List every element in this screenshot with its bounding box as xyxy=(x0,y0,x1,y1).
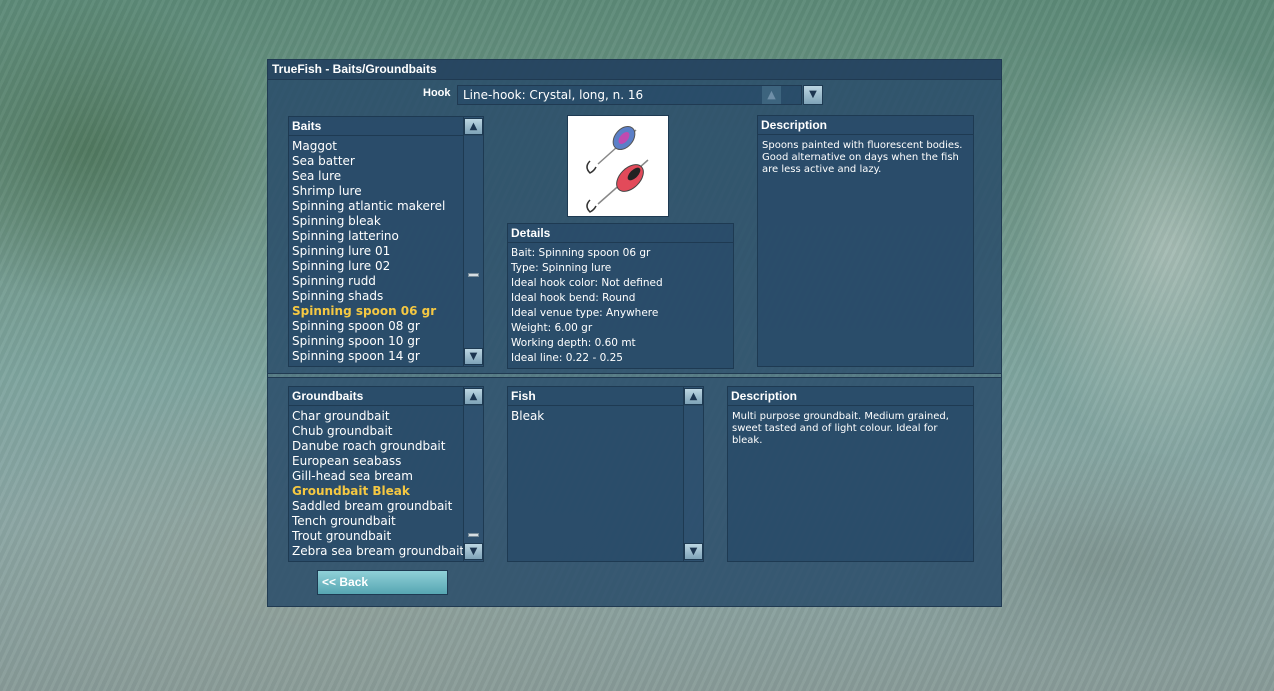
fish-scrollbar[interactable]: ▲ ▼ xyxy=(683,387,703,561)
bait-list-item[interactable]: Spinning latterino xyxy=(289,229,463,244)
hook-label: Hook xyxy=(423,87,451,99)
fish-list-panel: Fish Bleak ▲ ▼ xyxy=(507,386,704,562)
groundbait-list-item[interactable]: Danube roach groundbait xyxy=(289,439,463,454)
groundbait-list-item[interactable]: Zebra sea bream groundbait xyxy=(289,544,463,559)
bait-description-header: Description xyxy=(758,116,973,135)
baits-window: TrueFish - Baits/Groundbaits Hook Line-h… xyxy=(267,59,1002,607)
detail-line: Ideal venue type: Anywhere xyxy=(511,307,659,319)
bait-list-item[interactable]: Spinning spoon 10 gr xyxy=(289,334,463,349)
scroll-down-icon[interactable]: ▼ xyxy=(464,348,483,365)
details-header: Details xyxy=(508,224,733,243)
detail-line: Ideal hook bend: Round xyxy=(511,292,636,304)
groundbait-description-text: Multi purpose groundbait. Medium grained… xyxy=(732,411,949,446)
bait-list-item[interactable]: Spinning rudd xyxy=(289,274,463,289)
bait-list-item[interactable]: Spinning lure 02 xyxy=(289,259,463,274)
details-panel: Details Bait: Spinning spoon 06 gr Type: … xyxy=(507,223,734,369)
chevron-down-icon[interactable]: ▼ xyxy=(803,85,823,105)
bait-image xyxy=(567,115,669,217)
groundbaits-header: Groundbaits xyxy=(289,387,483,406)
groundbaits-list-panel: Groundbaits Char groundbait Chub groundba… xyxy=(288,386,484,562)
groundbait-description-header: Description xyxy=(728,387,973,406)
fish-list-item[interactable]: Bleak xyxy=(508,409,683,424)
bait-list-item[interactable]: Spinning spoon 14 gr xyxy=(289,349,463,364)
groundbaits-scrollbar[interactable]: ▲ ▼ xyxy=(463,387,483,561)
detail-line: Weight: 6.00 gr xyxy=(511,322,593,334)
scroll-down-icon[interactable]: ▼ xyxy=(464,543,483,560)
bait-description-text: Spoons painted with fluorescent bodies. … xyxy=(762,140,963,175)
hook-select[interactable]: Line-hook: Crystal, long, n. 16 ▲ xyxy=(457,85,802,105)
detail-line: Working depth: 0.60 mt xyxy=(511,337,636,349)
scroll-thumb[interactable] xyxy=(468,273,479,277)
groundbait-list-item[interactable]: European seabass xyxy=(289,454,463,469)
groundbait-list-item[interactable]: Groundbait Bleak xyxy=(289,484,463,499)
triangle-up-icon[interactable]: ▲ xyxy=(762,86,781,104)
baits-header: Baits xyxy=(289,117,483,136)
bait-description-panel: Description Spoons painted with fluoresc… xyxy=(757,115,974,367)
scroll-up-icon[interactable]: ▲ xyxy=(464,118,483,135)
bait-list-item[interactable]: Spinning spoon 06 gr xyxy=(289,304,463,319)
scroll-up-icon[interactable]: ▲ xyxy=(464,388,483,405)
groundbait-list-item[interactable]: Chub groundbait xyxy=(289,424,463,439)
bait-list-item[interactable]: Sea batter xyxy=(289,154,463,169)
groundbaits-list: Char groundbait Chub groundbait Danube roa… xyxy=(289,409,463,559)
hook-select-value: Line-hook: Crystal, long, n. 16 xyxy=(463,88,644,102)
bait-list-item[interactable]: Spinning bleak xyxy=(289,214,463,229)
detail-line: Ideal line: 0.22 - 0.25 xyxy=(511,352,623,364)
scroll-thumb[interactable] xyxy=(468,533,479,537)
fish-header: Fish xyxy=(508,387,703,406)
scroll-up-icon[interactable]: ▲ xyxy=(684,388,703,405)
bait-list-item[interactable]: Spinning atlantic makerel xyxy=(289,199,463,214)
bait-list-item[interactable]: Shrimp lure xyxy=(289,184,463,199)
bait-list-item[interactable]: Spinning shads xyxy=(289,289,463,304)
groundbait-list-item[interactable]: Char groundbait xyxy=(289,409,463,424)
baits-list: Maggot Sea batter Sea lure Shrimp lure Spinn… xyxy=(289,139,463,364)
groundbait-list-item[interactable]: Tench groundbait xyxy=(289,514,463,529)
details-list: Bait: Spinning spoon 06 gr Type: Spinning… xyxy=(511,246,731,366)
groundbait-list-item[interactable]: Saddled bream groundbait xyxy=(289,499,463,514)
bait-list-item[interactable]: Maggot xyxy=(289,139,463,154)
bait-list-item[interactable]: Spinning spoon 08 gr xyxy=(289,319,463,334)
spinning-spoon-icon xyxy=(586,125,649,213)
bait-list-item[interactable]: Spinning lure 01 xyxy=(289,244,463,259)
fish-list: Bleak xyxy=(508,409,683,424)
baits-list-panel: Baits Maggot Sea batter Sea lure Shrimp lur… xyxy=(288,116,484,367)
scroll-down-icon[interactable]: ▼ xyxy=(684,543,703,560)
bait-list-item[interactable]: Sea lure xyxy=(289,169,463,184)
window-title: TrueFish - Baits/Groundbaits xyxy=(268,60,1001,80)
detail-line: Bait: Spinning spoon 06 gr xyxy=(511,247,651,259)
detail-line: Ideal hook color: Not defined xyxy=(511,277,663,289)
baits-scrollbar[interactable]: ▲ ▼ xyxy=(463,117,483,366)
back-button[interactable]: << Back xyxy=(317,570,448,595)
groundbait-list-item[interactable]: Gill-head sea bream xyxy=(289,469,463,484)
groundbait-list-item[interactable]: Trout groundbait xyxy=(289,529,463,544)
groundbait-description-panel: Description Multi purpose groundbait. Me… xyxy=(727,386,974,562)
detail-line: Type: Spinning lure xyxy=(511,262,612,274)
